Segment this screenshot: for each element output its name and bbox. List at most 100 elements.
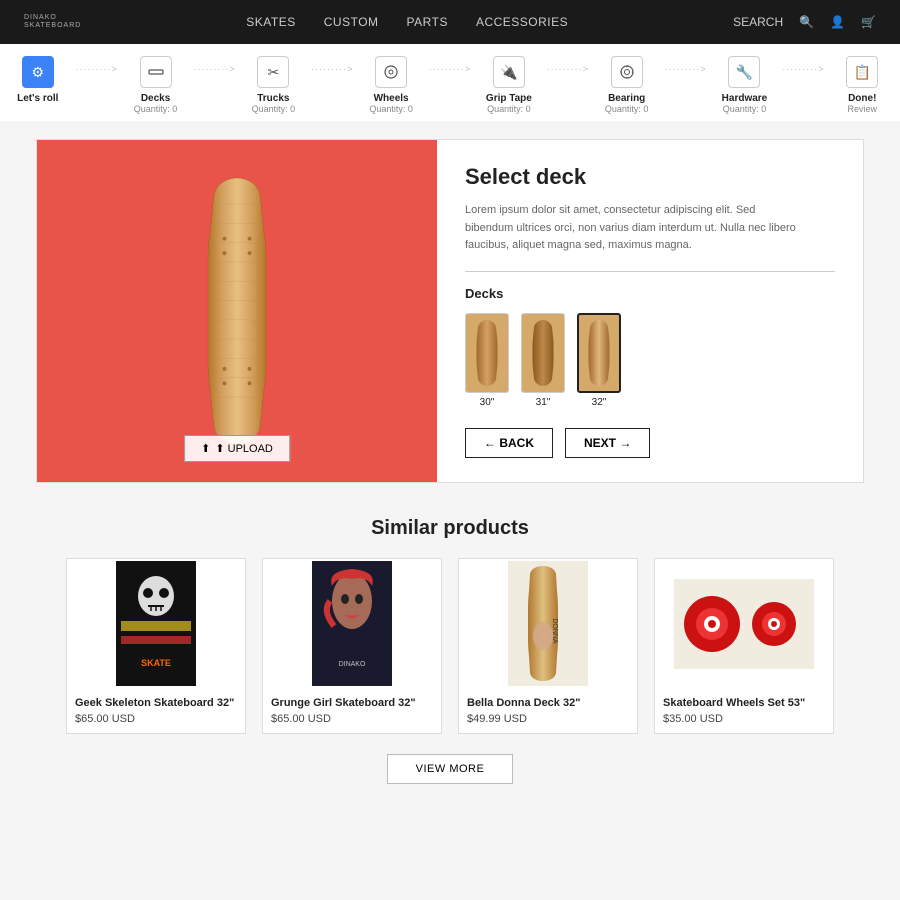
- wizard-icon-bearing: [611, 56, 643, 88]
- wizard-icon-trucks: ✂: [257, 56, 289, 88]
- wizard-step-bearing[interactable]: Bearing Quantity: 0: [589, 56, 665, 114]
- products-grid: SKATE Geek Skeleton Skateboard 32" $65.0…: [36, 558, 864, 734]
- view-more-wrap: VIEW MORE: [36, 754, 864, 784]
- nav-skates[interactable]: SKATES: [246, 15, 295, 29]
- deck-option-img-32: [577, 313, 621, 393]
- wizard-label-wheels: Wheels: [374, 93, 409, 104]
- product-price-3: $35.00 USD: [663, 713, 825, 725]
- deck-option-label-30: 30": [480, 397, 495, 408]
- wizard-label-grip-tape: Grip Tape: [486, 93, 532, 104]
- deck-options: 30" 31": [465, 313, 835, 408]
- svg-text:DONNA: DONNA: [551, 619, 558, 645]
- wizard-step-hardware[interactable]: 🔧 Hardware Quantity: 0: [707, 56, 783, 114]
- product-card-body-3: Skateboard Wheels Set 53" $35.00 USD: [655, 689, 833, 733]
- wizard-label-hardware: Hardware: [722, 93, 768, 104]
- search-icon[interactable]: 🔍: [799, 15, 814, 29]
- wizard-step-decks[interactable]: Decks Quantity: 0: [118, 56, 194, 114]
- similar-products-section: Similar products SKATE: [36, 507, 864, 804]
- wizard-step-wheels[interactable]: Wheels Quantity: 0: [353, 56, 429, 114]
- wizard-bar: ⚙ Let's roll ·········> Decks Quantity: …: [0, 44, 900, 123]
- wizard-icon-grip-tape: 🔌: [493, 56, 525, 88]
- wizard-arrow-4: ·········>: [429, 64, 471, 74]
- wizard-step-lets-roll[interactable]: ⚙ Let's roll: [0, 56, 76, 104]
- wizard-step-trucks[interactable]: ✂ Trucks Quantity: 0: [236, 56, 312, 114]
- product-name-1: Grunge Girl Skateboard 32": [271, 697, 433, 709]
- header-actions: SEARCH 🔍 👤 🛒: [733, 15, 876, 29]
- product-card-img-0: SKATE: [67, 559, 245, 689]
- product-card-body-1: Grunge Girl Skateboard 32" $65.00 USD: [263, 689, 441, 733]
- wizard-arrow-3: ·········>: [311, 64, 353, 74]
- wizard-label-trucks: Trucks: [257, 93, 289, 104]
- nav-custom[interactable]: CUSTOM: [324, 15, 379, 29]
- customizer-form: Select deck Lorem ipsum dolor sit amet, …: [437, 140, 863, 482]
- cart-icon[interactable]: 🛒: [861, 15, 876, 29]
- wizard-step-done[interactable]: 📋 Done! Review: [824, 56, 900, 114]
- wizard-arrow-5: ·········>: [547, 64, 589, 74]
- wizard-qty-done: Review: [847, 104, 877, 114]
- deck-option-img-30: [465, 313, 509, 393]
- account-icon[interactable]: 👤: [830, 15, 845, 29]
- deck-option-30[interactable]: 30": [465, 313, 509, 408]
- wizard-arrow-7: ·········>: [782, 64, 824, 74]
- logo[interactable]: DINAKO SKATEBOARD: [24, 14, 81, 29]
- deck-option-img-31: [521, 313, 565, 393]
- product-card-img-3: [655, 559, 833, 689]
- next-button[interactable]: NEXT →: [565, 428, 650, 458]
- nav-buttons: ← BACK NEXT →: [465, 428, 835, 458]
- header: DINAKO SKATEBOARD SKATES CUSTOM PARTS AC…: [0, 0, 900, 44]
- wizard-label-done: Done!: [848, 93, 876, 104]
- select-deck-description: Lorem ipsum dolor sit amet, consectetur …: [465, 202, 805, 255]
- nav-parts[interactable]: PARTS: [407, 15, 448, 29]
- wizard-qty-wheels: Quantity: 0: [369, 104, 413, 114]
- product-card-body-2: Bella Donna Deck 32" $49.99 USD: [459, 689, 637, 733]
- wizard-icon-wheels: [375, 56, 407, 88]
- product-card-img-1: DINAKO: [263, 559, 441, 689]
- deck-option-31[interactable]: 31": [521, 313, 565, 408]
- similar-title: Similar products: [36, 517, 864, 540]
- wizard-qty-bearing: Quantity: 0: [605, 104, 649, 114]
- wizard-qty-trucks: Quantity: 0: [252, 104, 296, 114]
- wizard-icon-decks: [140, 56, 172, 88]
- upload-icon: ⬆: [201, 442, 210, 455]
- deck-option-32[interactable]: 32": [577, 313, 621, 408]
- logo-name: DINAKO: [24, 14, 81, 22]
- wizard-arrow-2: ·········>: [193, 64, 235, 74]
- wizard-label-decks: Decks: [141, 93, 170, 104]
- product-price-2: $49.99 USD: [467, 713, 629, 725]
- customizer-preview: ⬆ ⬆ UPLOAD: [37, 140, 437, 482]
- main-content: ⬆ ⬆ UPLOAD Select deck Lorem ipsum dolor…: [20, 123, 880, 820]
- wizard-arrow-6: ·········>: [664, 64, 706, 74]
- wizard-icon-lets-roll: ⚙: [22, 56, 54, 88]
- wizard-label-lets-roll: Let's roll: [17, 93, 58, 104]
- deck-option-label-31: 31": [536, 397, 551, 408]
- svg-text:SKATE: SKATE: [141, 658, 171, 668]
- back-button[interactable]: ← BACK: [465, 428, 553, 458]
- product-card-0[interactable]: SKATE Geek Skeleton Skateboard 32" $65.0…: [66, 558, 246, 734]
- deck-option-label-32: 32": [592, 397, 607, 408]
- product-card-3[interactable]: Skateboard Wheels Set 53" $35.00 USD: [654, 558, 834, 734]
- wizard-arrow-1: ·········>: [76, 64, 118, 74]
- product-card-body-0: Geek Skeleton Skateboard 32" $65.00 USD: [67, 689, 245, 733]
- select-deck-title: Select deck: [465, 164, 835, 190]
- product-card-img-2: DONNA: [459, 559, 637, 689]
- product-name-0: Geek Skeleton Skateboard 32": [75, 697, 237, 709]
- product-card-1[interactable]: DINAKO Grunge Girl Skateboard 32" $65.00…: [262, 558, 442, 734]
- view-more-button[interactable]: VIEW MORE: [387, 754, 514, 784]
- nav-accessories[interactable]: ACCESSORIES: [476, 15, 568, 29]
- wizard-icon-hardware: 🔧: [728, 56, 760, 88]
- product-name-3: Skateboard Wheels Set 53": [663, 697, 825, 709]
- product-price-0: $65.00 USD: [75, 713, 237, 725]
- wizard-step-grip-tape[interactable]: 🔌 Grip Tape Quantity: 0: [471, 56, 547, 114]
- form-separator: [465, 271, 835, 272]
- product-name-2: Bella Donna Deck 32": [467, 697, 629, 709]
- product-card-2[interactable]: DONNA Bella Donna Deck 32" $49.99 USD: [458, 558, 638, 734]
- svg-text:DINAKO: DINAKO: [339, 661, 366, 668]
- upload-label: ⬆ UPLOAD: [215, 442, 273, 455]
- decks-label: Decks: [465, 286, 835, 301]
- wizard-qty-grip-tape: Quantity: 0: [487, 104, 531, 114]
- logo-sub: SKATEBOARD: [24, 22, 81, 30]
- upload-button[interactable]: ⬆ ⬆ UPLOAD: [184, 435, 290, 462]
- wizard-label-bearing: Bearing: [608, 93, 645, 104]
- search-label[interactable]: SEARCH: [733, 15, 783, 29]
- wizard-qty-hardware: Quantity: 0: [723, 104, 767, 114]
